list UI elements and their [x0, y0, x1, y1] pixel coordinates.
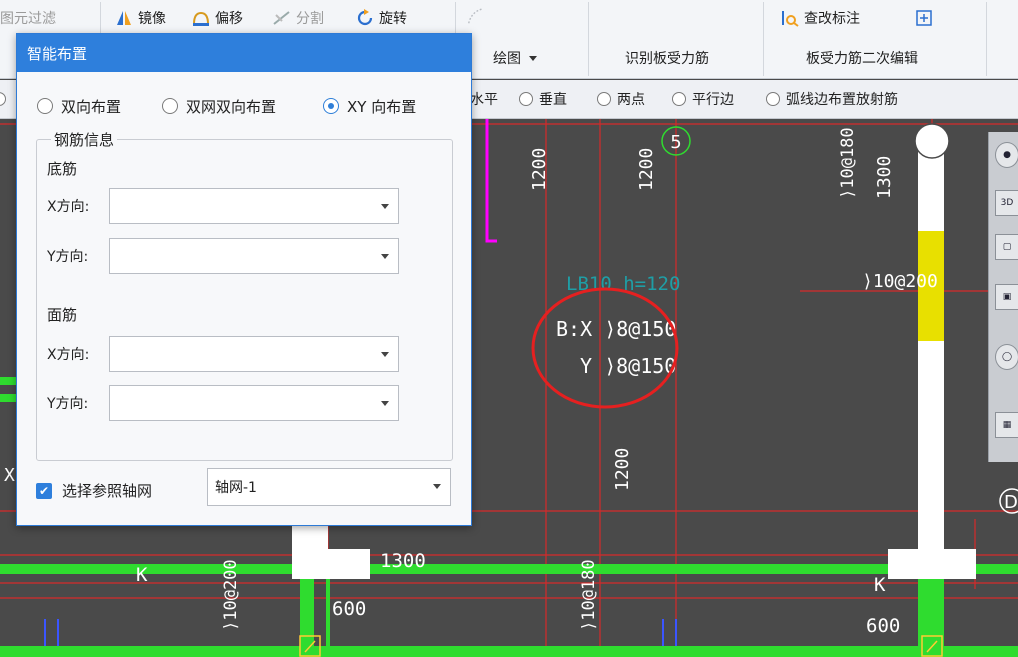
top-x-row: X方向: [47, 336, 399, 372]
option-vertical[interactable]: 垂直 [519, 89, 567, 109]
dropdown-arrow-icon [433, 484, 441, 489]
top-x-label: X方向: [47, 347, 90, 363]
dropdown-arrow-icon [381, 401, 389, 406]
second-edit-group-label: 板受力筋二次编辑 [806, 51, 918, 67]
top-y-label: Y方向: [47, 396, 89, 412]
view-toolbox: ● 3D ▢ ▣ ◯ ▦ [988, 132, 1018, 462]
top-y-combobox[interactable] [109, 385, 399, 421]
identify-group-label: 识别板受力筋 [625, 51, 709, 67]
rebar-x-label: B:X ⟩8@150 [556, 317, 676, 341]
bottom-x-row: X方向: [47, 188, 399, 224]
wall-rebar-right: ⟩10@200 [862, 271, 938, 292]
radio-icon [519, 92, 533, 106]
offset-icon [191, 8, 211, 28]
grid-view-icon[interactable]: ▦ [995, 412, 1018, 438]
orbit-icon[interactable]: ● [995, 142, 1018, 168]
split-icon [272, 8, 292, 28]
highlight-circle [531, 287, 679, 409]
beam-rebar-mid: ⟩10@180 [579, 559, 599, 631]
view-3d-icon[interactable]: 3D [995, 190, 1018, 216]
rotate-button[interactable]: 旋转 [355, 6, 407, 30]
ribbon-separator [763, 2, 764, 76]
mode-two-way[interactable]: 双向布置 [37, 96, 121, 116]
axis-circle [914, 123, 950, 159]
ref-grid-checkbox[interactable]: ✔ 选择参照轴网 [36, 480, 152, 501]
option-horizontal[interactable]: 水平 [470, 89, 498, 109]
beam-rebar-right: ⟩10@180 [838, 127, 858, 199]
dim-1300-right: 1300 [874, 156, 895, 199]
check-mark-button[interactable]: 查改标注 [780, 6, 860, 30]
box-view-icon[interactable]: ▢ [995, 234, 1018, 260]
ref-grid-combobox[interactable]: 轴网-1 [207, 468, 451, 506]
mode-xy[interactable]: XY 向布置 [323, 96, 416, 116]
dim-600-right: 600 [866, 615, 900, 637]
dropdown-arrow-icon [381, 254, 389, 259]
smart-layout-dialog: 智能布置 双向布置 双网双向布置 XY 向布置 钢筋信息 底筋 X方向: Y方向… [16, 33, 472, 526]
bottom-y-combobox[interactable] [109, 238, 399, 274]
split-button[interactable]: 分割 [272, 6, 324, 30]
mirror-icon [114, 8, 134, 28]
radio-icon [162, 98, 178, 114]
bottom-rebar-title: 底筋 [47, 160, 78, 178]
dim-1200-c: 1200 [612, 448, 633, 491]
frame-icon [914, 8, 934, 28]
radio-icon [0, 92, 6, 106]
option-arc-radial[interactable]: 弧线边布置放射筋 [766, 89, 898, 109]
rebar-y-label: Y ⟩8@150 [580, 354, 676, 378]
mirror-button[interactable]: 镜像 [114, 6, 166, 30]
dim-600-left: 600 [332, 598, 366, 620]
cube-view-icon[interactable]: ▣ [995, 284, 1018, 310]
option-parallel-edge[interactable]: 平行边 [672, 89, 734, 109]
radio-icon [597, 92, 611, 106]
top-rebar-title: 面筋 [47, 306, 78, 324]
radio-icon [672, 92, 686, 106]
check-mark-icon [780, 8, 800, 28]
axis-bubble-label: 5 [670, 132, 681, 153]
beam-rebar-left: ⟩10@200 [221, 559, 241, 631]
chevron-down-icon [529, 55, 537, 61]
radio-icon [766, 92, 780, 106]
grid-k-left: K [136, 564, 148, 586]
offset-button[interactable]: 偏移 [191, 6, 243, 30]
option-two-points[interactable]: 两点 [597, 89, 645, 109]
bottom-y-row: Y方向: [47, 238, 399, 274]
dim-1200-b: 1200 [636, 148, 657, 191]
checkbox-checked-icon: ✔ [36, 482, 52, 499]
radio-selected-icon [323, 98, 339, 114]
dropdown-arrow-icon [381, 204, 389, 209]
curve-icon [466, 6, 486, 26]
bottom-x-label: X方向: [47, 199, 90, 215]
bottom-x-combobox[interactable] [109, 188, 399, 224]
top-x-combobox[interactable] [109, 336, 399, 372]
element-filter-button[interactable]: 图元过滤 [0, 6, 56, 30]
bottom-y-label: Y方向: [47, 249, 89, 265]
rebar-info-title: 钢筋信息 [51, 129, 118, 150]
grid-k-right: K [874, 574, 886, 596]
dim-1200-a: 1200 [529, 148, 550, 191]
top-y-row: Y方向: [47, 385, 399, 421]
rotate-icon [355, 8, 375, 28]
view-toggle-button[interactable] [914, 6, 938, 30]
grid-x: X [4, 465, 15, 486]
circle-view-icon[interactable]: ◯ [995, 344, 1018, 370]
ribbon-separator [588, 2, 589, 76]
option-hidden[interactable] [0, 89, 12, 109]
dropdown-arrow-icon [381, 352, 389, 357]
draw-group-label[interactable]: 绘图 [493, 46, 537, 70]
mode-double-net[interactable]: 双网双向布置 [162, 96, 276, 116]
ribbon-separator [986, 2, 987, 76]
dialog-title[interactable]: 智能布置 [17, 34, 471, 72]
dim-1300-bottom: 1300 [380, 550, 426, 572]
magenta-polyline [485, 119, 497, 243]
curve-draw-button[interactable] [466, 4, 490, 28]
grid-d: D [1004, 492, 1018, 513]
radio-icon [37, 98, 53, 114]
